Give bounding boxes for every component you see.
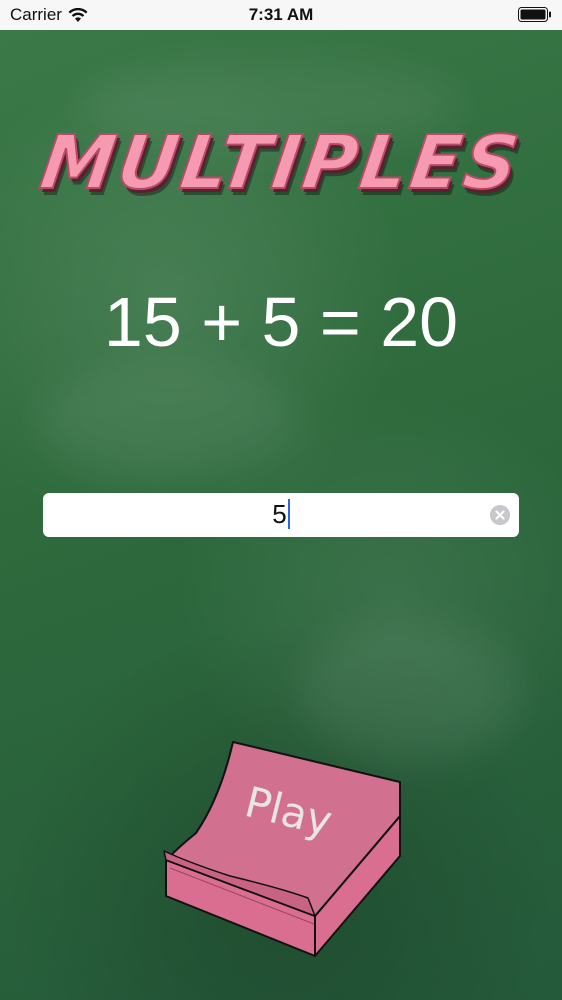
- equation-text: 15 + 5 = 20: [103, 283, 459, 361]
- chalk-smudge: [40, 360, 300, 480]
- app-screen: Carrier 7:31 AM MULTIPLES 15 + 5 = 20 5: [0, 0, 562, 1000]
- play-button[interactable]: Play: [160, 738, 405, 958]
- answer-value-wrap: 5: [43, 499, 519, 530]
- clock-time: 7:31 AM: [248, 5, 314, 24]
- battery-icon: [518, 7, 551, 22]
- answer-input[interactable]: 5: [43, 493, 519, 537]
- text-caret: [287, 499, 290, 529]
- status-bar: Carrier 7:31 AM: [0, 0, 562, 30]
- clear-text-icon[interactable]: [490, 505, 510, 525]
- answer-value: 5: [272, 499, 287, 529]
- app-title: MULTIPLES: [35, 119, 528, 207]
